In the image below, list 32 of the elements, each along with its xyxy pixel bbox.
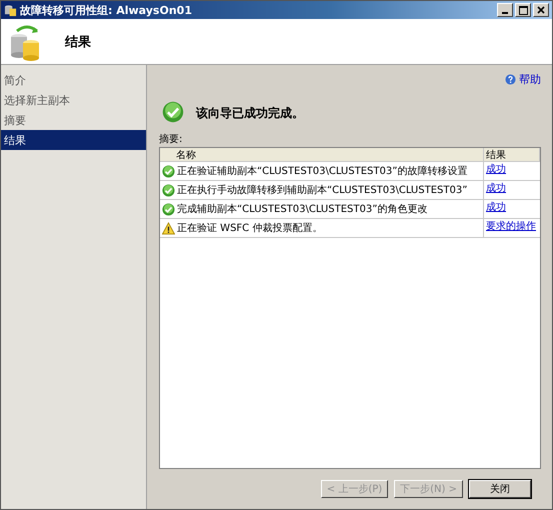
maximize-button[interactable] — [515, 3, 531, 17]
table-cell-text: 正在验证 WSFC 仲裁投票配置。 — [177, 222, 322, 235]
help-link[interactable]: 帮助 — [505, 72, 541, 87]
wizard-button[interactable]: 关闭 — [469, 480, 531, 498]
column-header[interactable]: 结果 — [484, 148, 540, 162]
maximize-icon — [518, 6, 528, 14]
minimize-button[interactable] — [497, 3, 513, 17]
check-icon — [162, 164, 175, 178]
column-header[interactable]: 名称 — [160, 148, 484, 162]
status-message: 该向导已成功完成。 — [196, 105, 304, 122]
sidebar-item[interactable]: 摘要 — [1, 110, 146, 130]
result-link[interactable]: 成功 — [484, 162, 540, 176]
result-link[interactable]: 成功 — [484, 200, 540, 214]
page-title: 结果 — [65, 34, 91, 50]
sidebar-item[interactable]: 简介 — [1, 70, 146, 90]
table-cell-text: 完成辅助副本“CLUSTEST03\CLUSTEST03”的角色更改 — [177, 202, 428, 216]
database-icon — [4, 4, 17, 16]
check-icon — [162, 101, 184, 123]
warning-icon — [162, 222, 175, 234]
table-cell-text: 正在执行手动故障转移到辅助副本“CLUSTEST03\CLUSTEST03” — [177, 184, 468, 197]
sidebar-item[interactable]: 选择新主副本 — [1, 90, 146, 110]
close-button[interactable] — [533, 3, 549, 17]
result-link[interactable]: 成功 — [484, 181, 540, 195]
close-icon — [537, 6, 545, 14]
window-title: 故障转移可用性组: AlwaysOn01 — [20, 2, 192, 18]
result-link[interactable]: 要求的操作 — [484, 219, 540, 233]
sidebar-item[interactable]: 结果 — [1, 130, 146, 150]
table-cell-text: 正在验证辅助副本“CLUSTEST03\CLUSTEST03”的故障转移设置 — [177, 164, 468, 178]
summary-label: 摘要: — [159, 132, 184, 146]
check-icon — [162, 202, 175, 216]
help-icon — [505, 74, 516, 85]
check-icon — [162, 184, 175, 196]
